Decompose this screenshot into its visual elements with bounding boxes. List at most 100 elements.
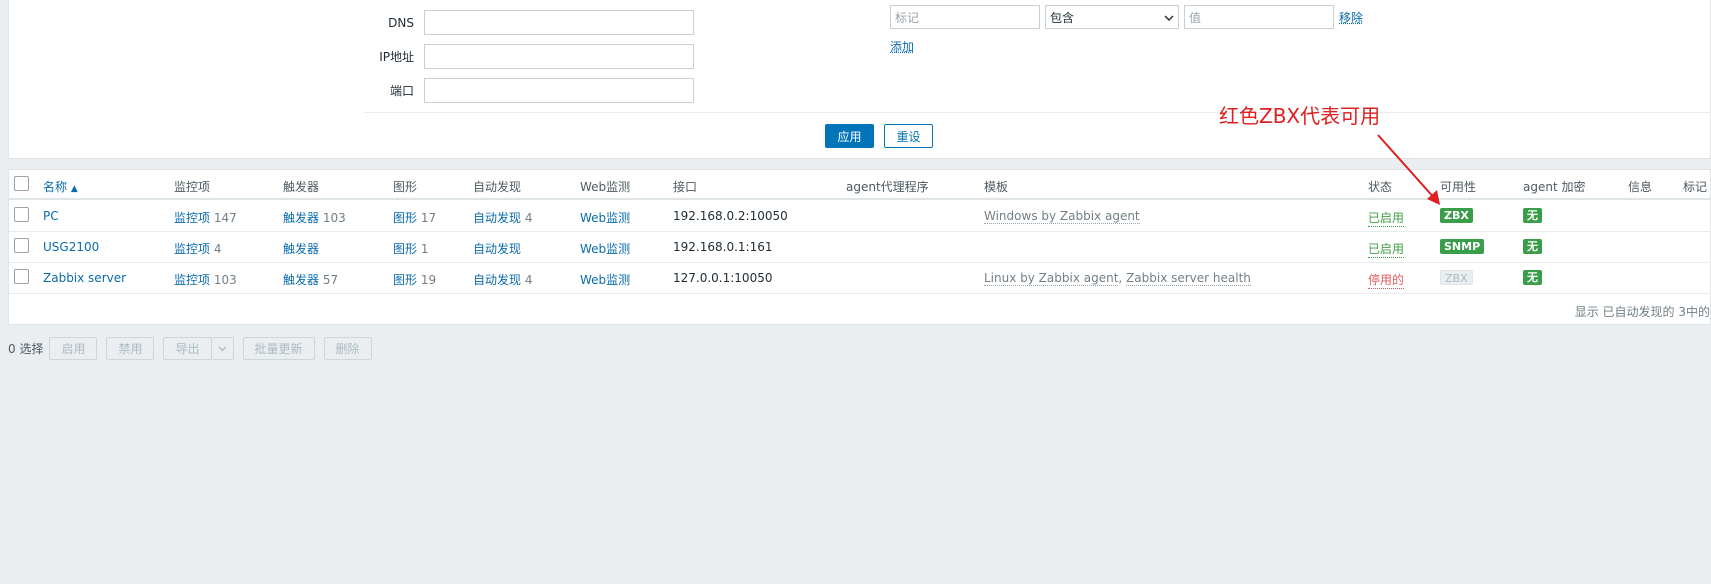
header-proxy: agent代理程序: [846, 180, 929, 194]
triggers-cell: 触发器 57: [283, 273, 339, 287]
header-interface: 接口: [673, 180, 698, 194]
ip-label: IP地址: [379, 50, 414, 64]
annotation-arrow-icon: [1377, 134, 1440, 205]
header-graphs: 图形: [393, 180, 418, 194]
interface-value: 192.168.0.1:161: [673, 240, 773, 254]
header-name[interactable]: 名称 ▲: [43, 178, 78, 195]
tag-name-input[interactable]: 标记: [890, 5, 1040, 29]
header-discovery: 自动发现: [473, 180, 522, 194]
host-name-link[interactable]: PC: [43, 209, 59, 223]
host-name-link[interactable]: Zabbix server: [43, 271, 126, 285]
discovery-cell: 自动发现 4: [473, 273, 533, 287]
interface-value: 192.168.0.2:10050: [673, 209, 788, 223]
triggers-cell: 触发器 103: [283, 211, 346, 225]
port-input[interactable]: [424, 78, 694, 103]
row-checkbox[interactable]: [14, 207, 29, 222]
discovery-link[interactable]: 自动发现: [473, 242, 521, 256]
tag-operator-value: 包含: [1050, 10, 1075, 25]
table-header: 名称 ▲ 监控项 触发器 图形 自动发现 Web监测 接口 agent代理程序 …: [9, 170, 1710, 200]
availability-cell: ZBX: [1440, 270, 1473, 285]
header-info: 信息: [1628, 180, 1653, 194]
table-row: Zabbix server 监控项 103 触发器 57 图形 19 自动发现 …: [9, 263, 1710, 294]
availability-cell: ZBX: [1440, 208, 1473, 223]
table-row: PC 监控项 147 触发器 103 图形 17 自动发现 4 Web监测 19…: [9, 201, 1710, 232]
triggers-link[interactable]: 触发器: [283, 242, 319, 256]
template-link[interactable]: Zabbix server health: [1126, 271, 1251, 286]
header-items: 监控项: [174, 180, 211, 194]
encryption-badge: 无: [1523, 239, 1542, 254]
triggers-link[interactable]: 触发器: [283, 211, 319, 225]
availability-badge: ZBX: [1440, 270, 1473, 285]
triggers-link[interactable]: 触发器: [283, 273, 319, 287]
web-link[interactable]: Web监测: [580, 209, 630, 226]
availability-cell: SNMP: [1440, 239, 1485, 254]
items-link[interactable]: 监控项: [174, 273, 210, 287]
discovery-cell: 自动发现 4: [473, 211, 533, 225]
row-checkbox[interactable]: [14, 238, 29, 253]
items-link[interactable]: 监控项: [174, 211, 210, 225]
encryption-cell: 无: [1523, 270, 1542, 285]
mass-action-bar: 0 选择 启用 禁用 导出 批量更新 删除: [8, 337, 381, 360]
add-tag-link[interactable]: 添加: [890, 38, 914, 55]
encryption-cell: 无: [1523, 239, 1542, 254]
enable-button[interactable]: 启用: [49, 337, 98, 360]
interface-value: 127.0.0.1:10050: [673, 271, 773, 285]
graphs-link[interactable]: 图形: [393, 211, 417, 225]
graphs-cell: 图形 17: [393, 211, 437, 225]
template-link[interactable]: Windows by Zabbix agent: [984, 209, 1140, 224]
ip-row: IP地址: [354, 44, 694, 69]
web-link[interactable]: Web监测: [580, 271, 630, 288]
port-label: 端口: [389, 84, 414, 98]
table-row: USG2100 监控项 4 触发器 图形 1 自动发现 Web监测 192.16…: [9, 232, 1710, 263]
availability-badge: ZBX: [1440, 208, 1473, 223]
chevron-down-icon: [218, 346, 226, 351]
encryption-cell: 无: [1523, 208, 1542, 223]
templates-cell: Linux by Zabbix agent, Zabbix server hea…: [984, 271, 1251, 286]
annotation-text: 红色ZBX代表可用: [1219, 104, 1381, 128]
remove-tag-link[interactable]: 移除: [1339, 9, 1363, 26]
items-cell: 监控项 147: [174, 211, 237, 225]
tag-value-input[interactable]: 值: [1184, 5, 1334, 29]
dns-label: DNS: [388, 15, 414, 30]
status-toggle[interactable]: 已启用: [1368, 240, 1405, 258]
delete-button[interactable]: 删除: [323, 337, 372, 360]
discovery-cell: 自动发现: [473, 240, 521, 257]
graphs-cell: 图形 1: [393, 242, 429, 256]
add-tag-row: 添加: [890, 38, 914, 55]
export-split-button: 导出: [163, 337, 234, 360]
dns-input[interactable]: [424, 10, 694, 35]
discovery-link[interactable]: 自动发现: [473, 211, 521, 225]
graphs-cell: 图形 19: [393, 273, 437, 287]
status-toggle[interactable]: 停用的: [1368, 271, 1405, 289]
dns-row: DNS: [354, 10, 694, 35]
reset-button[interactable]: 重设: [884, 124, 933, 148]
items-cell: 监控项 4: [174, 242, 222, 256]
export-dropdown-toggle[interactable]: [211, 337, 234, 360]
select-all-checkbox[interactable]: [14, 176, 29, 191]
header-triggers: 触发器: [283, 180, 320, 194]
host-name-link[interactable]: USG2100: [43, 240, 99, 254]
web-link[interactable]: Web监测: [580, 240, 630, 257]
ip-input[interactable]: [424, 44, 694, 69]
filter-divider: [364, 112, 1711, 113]
encryption-badge: 无: [1523, 208, 1542, 223]
discovery-link[interactable]: 自动发现: [473, 273, 521, 287]
tag-filter-row: 标记 包含 值 移除: [890, 5, 1363, 29]
export-button[interactable]: 导出: [163, 337, 212, 360]
graphs-link[interactable]: 图形: [393, 273, 417, 287]
graphs-link[interactable]: 图形: [393, 242, 417, 256]
encryption-badge: 无: [1523, 270, 1542, 285]
selected-count: 0 选择: [8, 342, 44, 356]
header-tags: 标记: [1683, 180, 1708, 194]
disable-button[interactable]: 禁用: [106, 337, 155, 360]
items-link[interactable]: 监控项: [174, 242, 210, 256]
port-row: 端口: [354, 78, 694, 103]
header-templates: 模板: [984, 180, 1009, 194]
status-toggle[interactable]: 已启用: [1368, 209, 1405, 227]
row-checkbox[interactable]: [14, 269, 29, 284]
template-link[interactable]: Linux by Zabbix agent: [984, 271, 1119, 286]
hosts-table: 名称 ▲ 监控项 触发器 图形 自动发现 Web监测 接口 agent代理程序 …: [8, 169, 1711, 325]
apply-button[interactable]: 应用: [825, 124, 874, 148]
mass-update-button[interactable]: 批量更新: [242, 337, 315, 360]
tag-operator-select[interactable]: 包含: [1045, 5, 1179, 29]
